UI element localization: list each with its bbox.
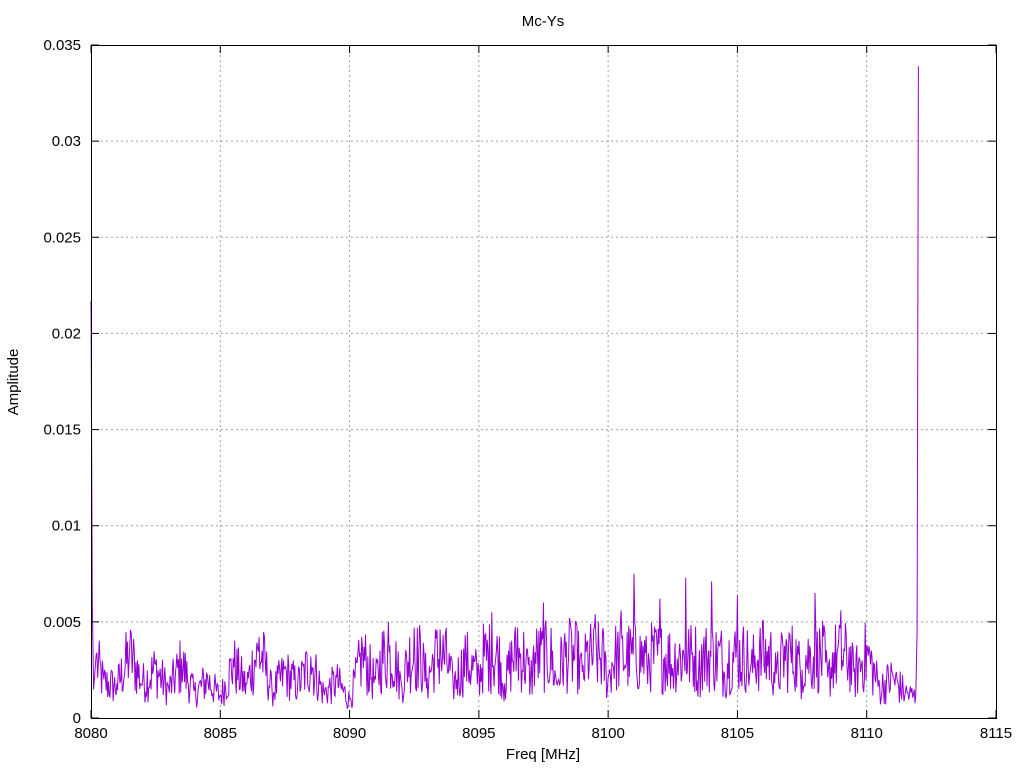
y-tick-label: 0.005 (43, 614, 81, 631)
chart: 8080 8085 8090 8095 8100 8105 8110 8115 0 0.005 0.… (0, 0, 1024, 768)
y-tick-label: 0.01 (52, 518, 81, 535)
y-axis-label: Amplitude (5, 349, 22, 416)
x-tick-label: 8105 (721, 725, 754, 742)
y-tick-label: 0.03 (52, 133, 81, 150)
y-tick-label: 0.025 (43, 229, 81, 246)
x-tick-label: 8095 (462, 725, 495, 742)
x-tick-label: 8080 (74, 725, 107, 742)
chart-title: Mc-Ys (522, 13, 565, 30)
y-tick-label: 0 (73, 710, 81, 727)
x-tick-label: 8100 (591, 725, 624, 742)
chart-canvas: 8080 8085 8090 8095 8100 8105 8110 8115 0 0.005 0.… (5, 13, 1012, 763)
y-tick-label: 0.02 (52, 325, 81, 342)
x-tick-label: 8085 (204, 725, 237, 742)
series-layer (90, 66, 919, 709)
x-tick-label: 8090 (333, 725, 366, 742)
series-line (90, 66, 919, 709)
y-tick-label: 0.015 (43, 422, 81, 439)
x-axis-label: Freq [MHz] (506, 746, 580, 763)
x-tick-label: 8110 (851, 725, 883, 742)
x-tick-label: 8115 (980, 725, 1012, 742)
y-tick-label: 0.035 (43, 37, 81, 54)
